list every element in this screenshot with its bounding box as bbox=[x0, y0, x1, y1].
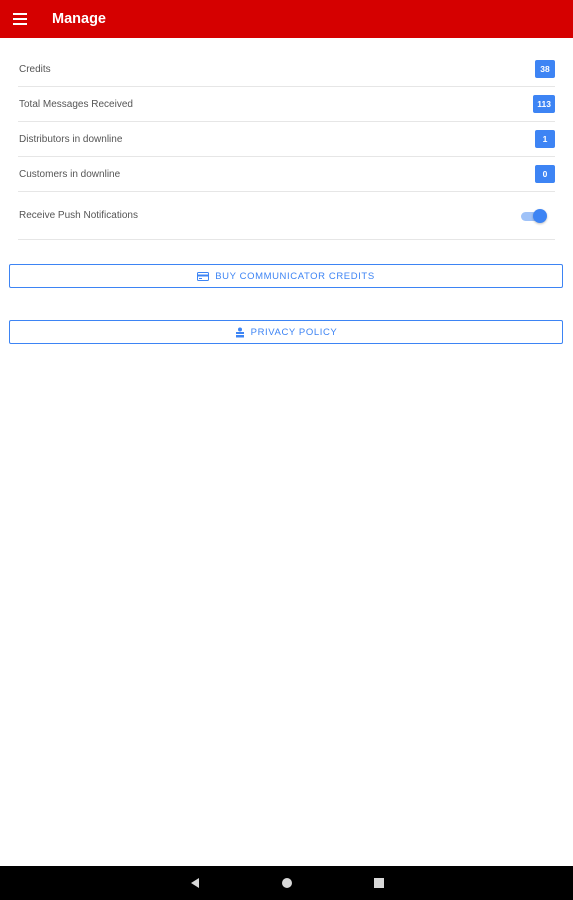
top-app-bar: Manage bbox=[0, 0, 573, 38]
nav-home-button[interactable] bbox=[241, 866, 333, 900]
menu-icon bbox=[13, 13, 27, 25]
stat-row-distributors: Distributors in downline 1 bbox=[18, 122, 555, 157]
toggle-knob bbox=[533, 208, 547, 223]
stat-badge: 1 bbox=[535, 130, 555, 148]
stat-badge: 38 bbox=[535, 60, 555, 78]
privacy-policy-button[interactable]: PRIVACY POLICY bbox=[9, 320, 563, 344]
stat-label: Total Messages Received bbox=[19, 98, 133, 110]
stat-row-credits: Credits 38 bbox=[18, 52, 555, 87]
stat-badge: 113 bbox=[533, 95, 555, 113]
menu-button[interactable] bbox=[0, 0, 40, 38]
stats-list: Credits 38 Total Messages Received 113 D… bbox=[18, 52, 555, 240]
recents-icon bbox=[373, 878, 384, 888]
credit-card-icon bbox=[197, 271, 210, 281]
app-root: Manage Credits 38 Total Messages Receive… bbox=[0, 0, 573, 900]
stat-badge: 0 bbox=[535, 165, 555, 183]
stat-label: Distributors in downline bbox=[19, 133, 123, 145]
stat-label: Credits bbox=[19, 63, 51, 75]
nav-recents-button[interactable] bbox=[333, 866, 425, 900]
push-notifications-toggle[interactable] bbox=[519, 208, 547, 223]
stat-label: Customers in downline bbox=[19, 168, 121, 180]
system-nav-bar bbox=[0, 866, 573, 900]
push-notifications-label: Receive Push Notifications bbox=[19, 210, 138, 221]
privacy-icon bbox=[235, 327, 245, 338]
nav-back-button[interactable] bbox=[149, 866, 241, 900]
push-notifications-row: Receive Push Notifications bbox=[18, 192, 555, 240]
buy-credits-label: BUY COMMUNICATOR CREDITS bbox=[215, 270, 375, 282]
stat-row-customers: Customers in downline 0 bbox=[18, 157, 555, 192]
privacy-policy-label: PRIVACY POLICY bbox=[250, 326, 338, 338]
home-icon bbox=[281, 878, 292, 888]
back-icon bbox=[190, 878, 199, 888]
buy-credits-button[interactable]: BUY COMMUNICATOR CREDITS bbox=[9, 264, 563, 288]
page-title: Manage bbox=[52, 11, 106, 27]
stat-row-total-messages: Total Messages Received 113 bbox=[18, 87, 555, 122]
